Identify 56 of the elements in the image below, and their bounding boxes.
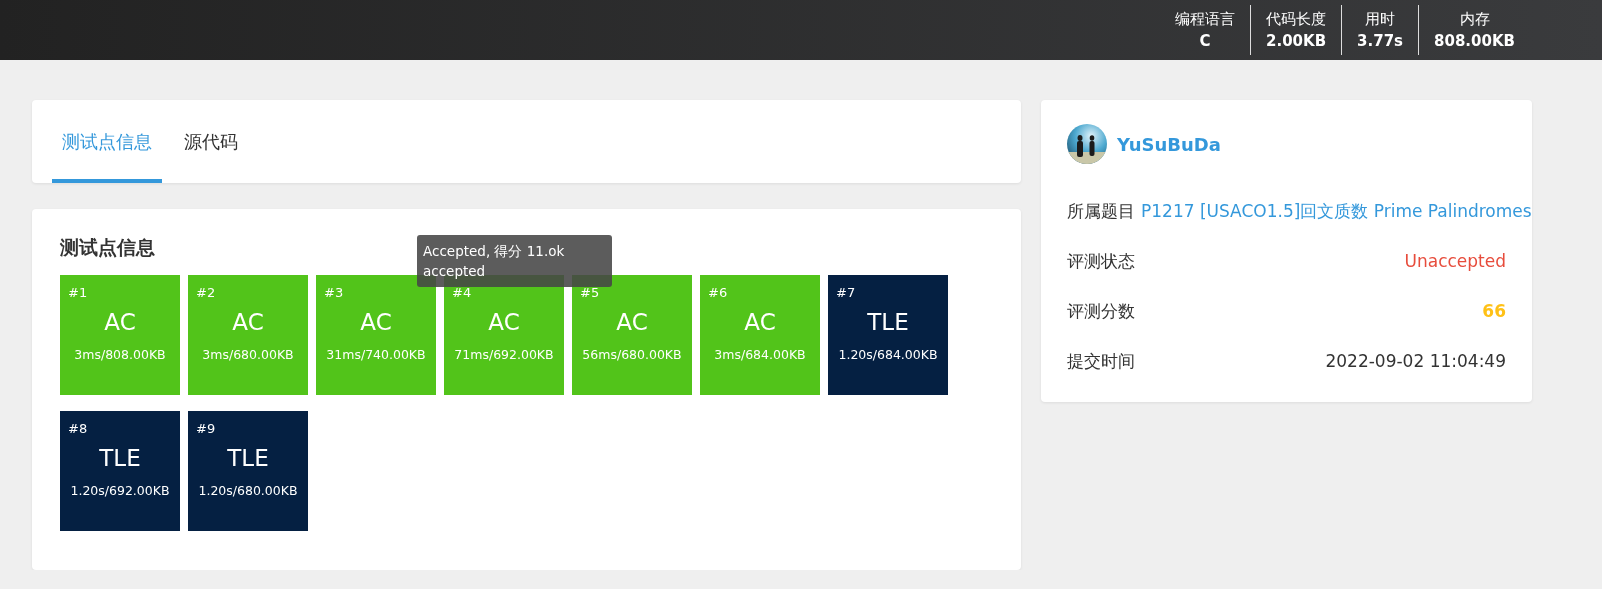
testcase-id: #9: [196, 421, 216, 436]
field-label: 评测状态: [1067, 249, 1135, 273]
testcase-detail: 3ms/680.00KB: [202, 347, 294, 362]
stat-value: 808.00KB: [1434, 31, 1515, 52]
testcase-status: AC: [488, 308, 520, 337]
testcase-detail: 31ms/740.00KB: [326, 347, 426, 362]
testcase-status: TLE: [99, 444, 141, 473]
testcase-status: AC: [104, 308, 136, 337]
testcase-tile[interactable]: #7 TLE 1.20s/684.00KB: [828, 275, 948, 395]
testcase-id: #7: [836, 285, 856, 300]
testcase-tile[interactable]: #2 AC 3ms/680.00KB: [188, 275, 308, 395]
testcase-detail: 3ms/808.00KB: [74, 347, 166, 362]
tooltip: Accepted, 得分 11.ok accepted: [417, 235, 612, 287]
stat-value: C: [1199, 31, 1211, 52]
stat-label: 编程语言: [1175, 9, 1236, 30]
field-value: 66: [1482, 301, 1506, 321]
section-title: 测试点信息: [60, 235, 155, 260]
stat-value: 3.77s: [1357, 31, 1404, 52]
testcase-id: #2: [196, 285, 216, 300]
testcase-status: AC: [744, 308, 776, 337]
field-value: 2022-09-02 11:04:49: [1325, 351, 1506, 371]
tab[interactable]: 源代码: [174, 100, 248, 183]
field-label: 所属题目: [1067, 199, 1135, 223]
testcase-id: #4: [452, 285, 472, 300]
testcase-detail: 56ms/680.00KB: [582, 347, 682, 362]
stat-label: 内存: [1459, 9, 1490, 30]
username-link[interactable]: YuSuBuDa: [1117, 133, 1221, 155]
field-label: 评测分数: [1067, 299, 1135, 323]
testcase-tile[interactable]: #3 AC 31ms/740.00KB: [316, 275, 436, 395]
problem-link[interactable]: P1217 [USACO1.5]回文质数 Prime Palindromes: [1141, 199, 1532, 223]
stat-label: 代码长度: [1266, 9, 1327, 30]
stat-value: 2.00KB: [1266, 31, 1327, 52]
testcase-detail: 1.20s/680.00KB: [198, 483, 298, 498]
stat-label: 用时: [1365, 9, 1396, 30]
testcase-status: AC: [616, 308, 648, 337]
testcase-tile[interactable]: #6 AC 3ms/684.00KB: [700, 275, 820, 395]
testcase-tile[interactable]: #1 AC 3ms/808.00KB: [60, 275, 180, 395]
field-value: Unaccepted: [1404, 251, 1506, 271]
testcase-tile[interactable]: #9 TLE 1.20s/680.00KB: [188, 411, 308, 531]
testcase-id: #8: [68, 421, 88, 436]
tab[interactable]: 测试点信息: [52, 100, 162, 183]
testcase-status: AC: [232, 308, 264, 337]
testcase-status: AC: [360, 308, 392, 337]
testcase-detail: 1.20s/684.00KB: [838, 347, 938, 362]
field-label: 提交时间: [1067, 349, 1135, 373]
testcase-id: #6: [708, 285, 728, 300]
testcase-tile[interactable]: #5 AC 56ms/680.00KB: [572, 275, 692, 395]
testcase-detail: 71ms/692.00KB: [454, 347, 554, 362]
testcase-id: #5: [580, 285, 600, 300]
testcase-tile[interactable]: #8 TLE 1.20s/692.00KB: [60, 411, 180, 531]
testcase-detail: 1.20s/692.00KB: [70, 483, 170, 498]
testcase-id: #1: [68, 285, 88, 300]
testcase-detail: 3ms/684.00KB: [714, 347, 806, 362]
testcase-status: TLE: [867, 308, 909, 337]
testcase-id: #3: [324, 285, 344, 300]
testcase-status: TLE: [227, 444, 269, 473]
